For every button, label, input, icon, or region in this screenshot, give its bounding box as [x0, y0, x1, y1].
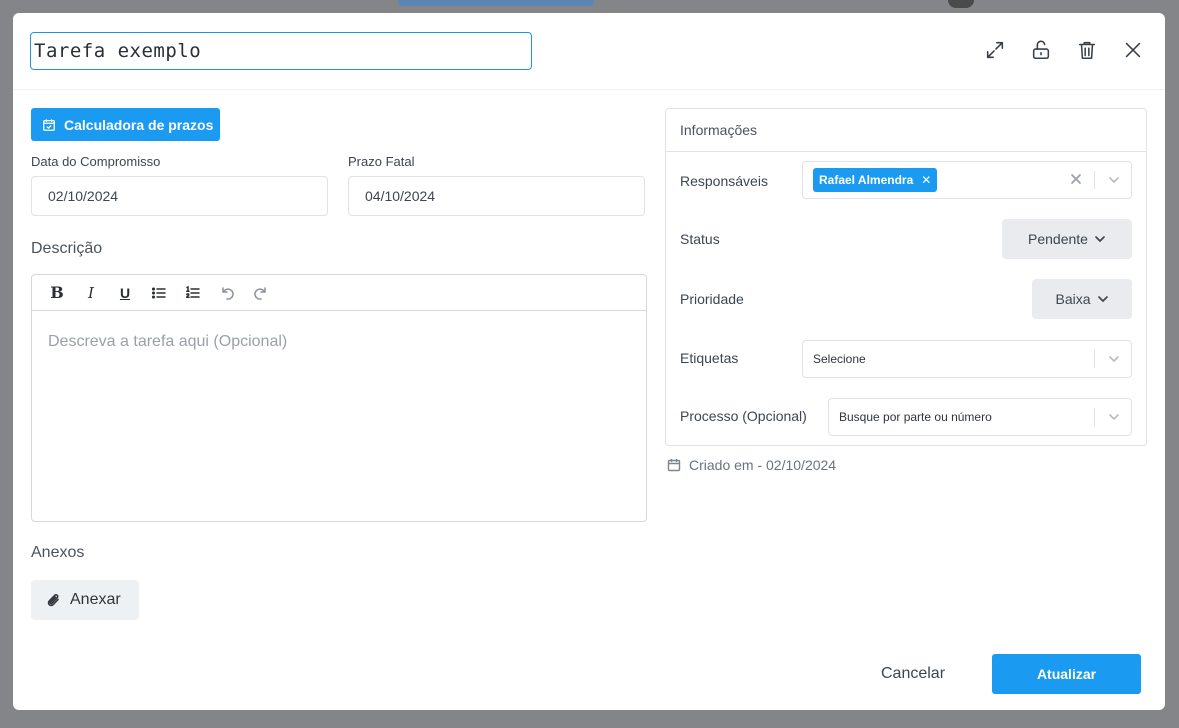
- update-button[interactable]: Atualizar: [992, 654, 1141, 694]
- status-dropdown[interactable]: Pendente: [1002, 219, 1132, 259]
- process-select[interactable]: Busque por parte ou número: [828, 398, 1132, 436]
- tags-select[interactable]: Selecione: [802, 340, 1132, 378]
- tags-label: Etiquetas: [680, 350, 739, 366]
- priority-value: Baixa: [1055, 291, 1091, 307]
- deadline-calculator-label: Calculadora de prazos: [64, 116, 214, 133]
- expand-icon[interactable]: [983, 37, 1007, 63]
- attachments-title: Anexos: [31, 544, 85, 561]
- info-panel: Informações Responsáveis Rafael Almendra…: [665, 108, 1147, 446]
- attach-label: Anexar: [70, 591, 121, 608]
- attach-button[interactable]: Anexar: [31, 580, 139, 620]
- description-editor: B I U Descreva a tarefa aqui (Opcional): [31, 274, 647, 522]
- info-title: Informações: [666, 109, 1146, 152]
- chevron-down-icon: [1095, 236, 1105, 243]
- trash-icon[interactable]: [1075, 37, 1099, 63]
- chevron-down-icon[interactable]: [1107, 173, 1121, 187]
- commitment-date-label: Data do Compromisso: [31, 154, 161, 169]
- select-separator: [1094, 408, 1095, 426]
- editor-toolbar: B I U: [32, 275, 646, 311]
- chevron-down-icon[interactable]: [1107, 410, 1121, 424]
- undo-icon[interactable]: [216, 282, 238, 304]
- background-avatar-hint: [948, 0, 974, 8]
- commitment-date-input[interactable]: 02/10/2024: [31, 176, 328, 216]
- responsible-chip: Rafael Almendra ✕: [813, 168, 938, 192]
- task-modal: Calculadora de prazos Data do Compromiss…: [13, 13, 1165, 710]
- header-actions: [983, 37, 1145, 63]
- created-info: Criado em - 02/10/2024: [667, 457, 836, 473]
- tags-placeholder: Selecione: [813, 352, 866, 366]
- chevron-down-icon[interactable]: [1107, 352, 1121, 366]
- responsible-label: Responsáveis: [680, 173, 768, 189]
- bold-button[interactable]: B: [46, 282, 68, 304]
- clear-icon[interactable]: [1069, 172, 1083, 186]
- calendar-icon: [667, 459, 681, 472]
- process-placeholder: Busque por parte ou número: [839, 410, 992, 424]
- underline-button[interactable]: U: [114, 282, 136, 304]
- unlock-icon[interactable]: [1029, 37, 1053, 63]
- created-text: Criado em - 02/10/2024: [689, 457, 837, 473]
- responsible-select[interactable]: Rafael Almendra ✕: [802, 161, 1132, 199]
- remove-chip-icon[interactable]: ✕: [921, 173, 931, 187]
- paperclip-icon: [47, 593, 59, 607]
- priority-label: Prioridade: [680, 291, 744, 307]
- background-button-hint: [398, 0, 594, 6]
- priority-dropdown[interactable]: Baixa: [1032, 279, 1132, 319]
- deadline-date-label: Prazo Fatal: [348, 154, 415, 169]
- close-icon[interactable]: [1121, 37, 1145, 63]
- description-title: Descrição: [31, 240, 103, 257]
- task-title-input[interactable]: [30, 32, 532, 70]
- process-label: Processo (Opcional): [680, 408, 807, 424]
- modal-header: [13, 13, 1165, 90]
- responsible-chip-label: Rafael Almendra: [819, 173, 914, 187]
- deadline-date-input[interactable]: 04/10/2024: [348, 176, 645, 216]
- select-separator: [1094, 171, 1095, 189]
- calendar-check-icon: [43, 118, 55, 131]
- status-value: Pendente: [1028, 231, 1088, 247]
- description-text-area[interactable]: Descreva a tarefa aqui (Opcional): [32, 311, 646, 521]
- numbered-list-icon[interactable]: [182, 282, 204, 304]
- cancel-button[interactable]: Cancelar: [858, 654, 968, 694]
- bullet-list-icon[interactable]: [148, 282, 170, 304]
- status-label: Status: [680, 231, 720, 247]
- deadline-calculator-button[interactable]: Calculadora de prazos: [31, 108, 220, 141]
- chevron-down-icon: [1097, 296, 1108, 303]
- redo-icon[interactable]: [250, 282, 272, 304]
- italic-button[interactable]: I: [80, 282, 102, 304]
- select-separator: [1094, 350, 1095, 368]
